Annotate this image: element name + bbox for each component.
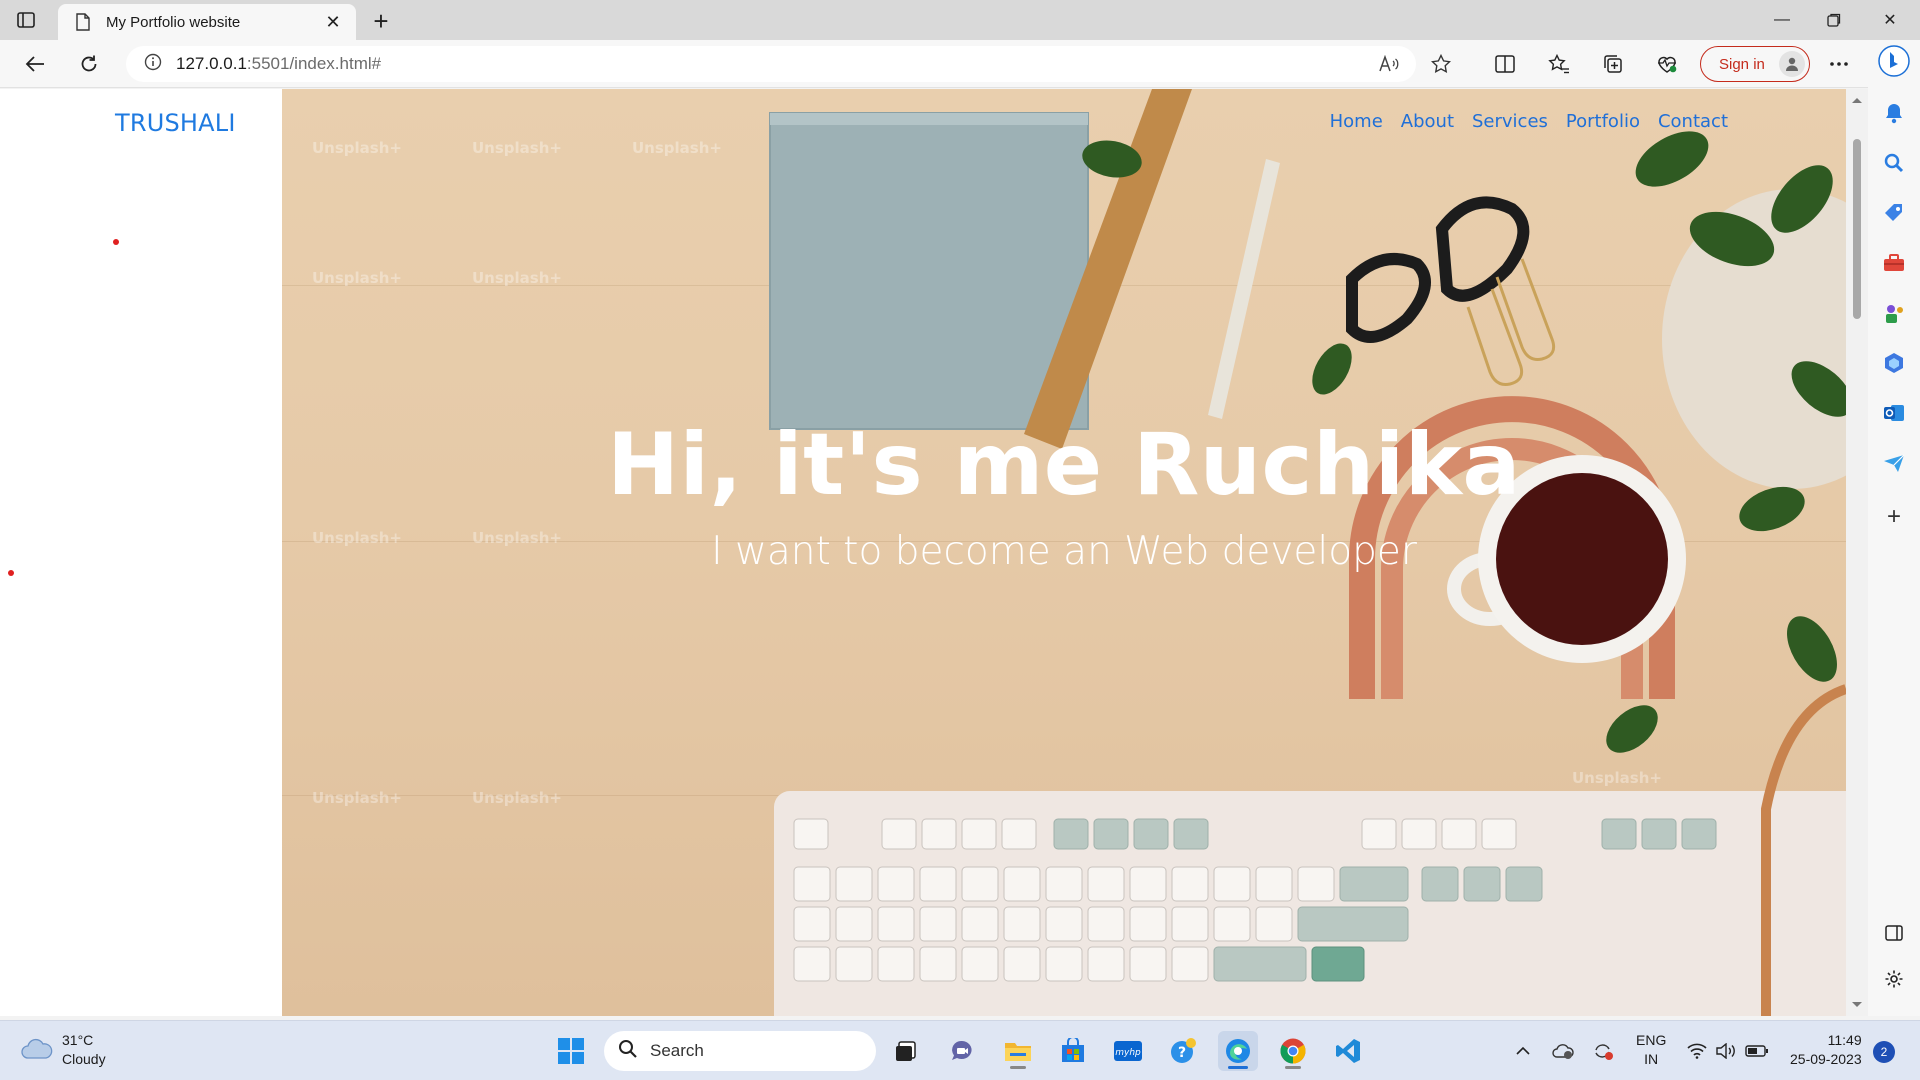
start-windows-icon[interactable] — [551, 1031, 591, 1071]
refresh-icon[interactable] — [72, 48, 106, 80]
teams-chat-icon[interactable] — [942, 1031, 982, 1071]
tools-icon[interactable] — [1877, 246, 1911, 280]
clock-date: 25-09-2023 — [1790, 1051, 1862, 1067]
sign-in-button[interactable]: Sign in — [1700, 46, 1810, 82]
battery-icon[interactable] — [1744, 1039, 1770, 1063]
close-window-button[interactable]: ✕ — [1862, 0, 1918, 40]
clock-time: 11:49 — [1827, 1032, 1862, 1048]
collections-icon[interactable] — [1596, 48, 1630, 80]
restore-button[interactable] — [1806, 0, 1862, 40]
volume-icon[interactable] — [1714, 1039, 1740, 1063]
search-label: Search — [650, 1041, 704, 1060]
nav-link-portfolio[interactable]: Portfolio — [1566, 111, 1640, 132]
show-hidden-icons-chevron-up-icon[interactable] — [1510, 1039, 1536, 1063]
favorites-icon[interactable] — [1542, 48, 1576, 80]
outlook-icon[interactable] — [1877, 396, 1911, 430]
browser-tab[interactable]: My Portfolio website ✕ — [58, 4, 356, 40]
url-text: 127.0.0.1:5501/index.html# — [176, 54, 382, 73]
nav-link-home[interactable]: Home — [1330, 111, 1383, 132]
close-tab-icon[interactable]: ✕ — [320, 9, 346, 35]
settings-more-icon[interactable] — [1822, 48, 1856, 80]
wifi-icon[interactable] — [1684, 1039, 1710, 1063]
cloud-icon — [20, 1036, 54, 1065]
brand-logo-text[interactable]: TRUSHALI — [115, 109, 236, 137]
file-explorer-icon[interactable] — [998, 1031, 1038, 1071]
get-help-icon[interactable]: ? — [1163, 1031, 1203, 1071]
send-icon[interactable] — [1877, 446, 1911, 480]
hero-title: Hi, it's me Ruchika — [607, 415, 1521, 515]
update-sync-icon[interactable] — [1590, 1039, 1616, 1063]
address-bar[interactable]: 127.0.0.1:5501/index.html# — [126, 46, 1416, 82]
sign-in-label: Sign in — [1719, 55, 1765, 73]
language-code: ENG — [1636, 1032, 1667, 1048]
web-content: TRUSHALI Unsplash+ Unsplash+ Unsplash+ U… — [0, 89, 1868, 1016]
nav-link-contact[interactable]: Contact — [1658, 111, 1728, 132]
new-tab-button[interactable]: + — [366, 6, 396, 36]
vscode-icon[interactable] — [1328, 1031, 1368, 1071]
page-icon — [74, 13, 92, 31]
microsoft-365-icon[interactable] — [1877, 346, 1911, 380]
back-icon[interactable] — [18, 48, 52, 80]
microsoft-store-icon[interactable] — [1053, 1031, 1093, 1071]
site-info-icon[interactable] — [144, 53, 162, 76]
scroll-up-icon[interactable] — [1846, 93, 1868, 107]
shopping-tag-icon[interactable] — [1877, 196, 1911, 230]
left-panel: TRUSHALI — [4, 89, 282, 1016]
profile-avatar-icon — [1779, 51, 1805, 77]
region-code: IN — [1644, 1051, 1659, 1067]
copilot-icon[interactable] — [1877, 44, 1911, 78]
weather-widget[interactable]: 31°C Cloudy — [20, 1031, 106, 1069]
page-scrollbar[interactable] — [1846, 89, 1868, 1016]
edge-sidebar: + — [1868, 40, 1920, 1016]
active-indicator — [1228, 1066, 1248, 1069]
red-dot — [113, 239, 119, 245]
language-indicator[interactable]: ENG IN — [1636, 1031, 1666, 1069]
notifications-bell-icon[interactable] — [1877, 96, 1911, 130]
main-nav: Home About Services Portfolio Contact — [1330, 111, 1728, 132]
hide-sidebar-icon[interactable] — [1877, 916, 1911, 950]
clock[interactable]: 11:49 25-09-2023 — [1790, 1031, 1862, 1069]
tab-strip: My Portfolio website ✕ + — ✕ — [0, 0, 1920, 40]
svg-text:myhp: myhp — [1115, 1048, 1141, 1058]
favorite-star-icon[interactable] — [1424, 48, 1458, 80]
scroll-thumb[interactable] — [1853, 139, 1861, 319]
tab-title: My Portfolio website — [106, 13, 241, 31]
svg-text:?: ? — [1178, 1045, 1186, 1061]
onedrive-sync-icon[interactable] — [1550, 1039, 1576, 1063]
hero-subtitle: I want to become an Web developer — [711, 529, 1417, 574]
notification-count-badge[interactable]: 2 — [1873, 1041, 1895, 1063]
minimize-button[interactable]: — — [1754, 0, 1810, 40]
games-icon[interactable] — [1877, 296, 1911, 330]
hero-section: Unsplash+ Unsplash+ Unsplash+ Unsplash+ … — [282, 89, 1846, 1016]
windows-taskbar: 31°C Cloudy Search myhp ? ENG IN 11:49 2… — [0, 1020, 1920, 1080]
running-indicator — [1285, 1066, 1301, 1069]
search-icon[interactable] — [1877, 146, 1911, 180]
weather-desc: Cloudy — [62, 1051, 106, 1067]
tab-actions-icon[interactable] — [14, 8, 38, 32]
red-dot — [8, 570, 14, 576]
sidebar-settings-gear-icon[interactable] — [1877, 962, 1911, 996]
search-icon — [618, 1039, 638, 1064]
split-screen-icon[interactable] — [1488, 48, 1522, 80]
taskbar-search[interactable]: Search — [604, 1031, 876, 1071]
running-indicator — [1010, 1066, 1026, 1069]
chrome-icon[interactable] — [1273, 1031, 1313, 1071]
weather-temp: 31°C — [62, 1032, 94, 1048]
myhp-icon[interactable]: myhp — [1108, 1031, 1148, 1071]
edge-browser-icon[interactable] — [1218, 1031, 1258, 1071]
task-view-icon[interactable] — [886, 1031, 926, 1071]
nav-link-about[interactable]: About — [1401, 111, 1454, 132]
browser-essentials-icon[interactable] — [1650, 48, 1684, 80]
add-sidebar-app-icon[interactable]: + — [1877, 500, 1911, 534]
browser-toolbar: 127.0.0.1:5501/index.html# Sign in — [0, 40, 1920, 88]
read-aloud-icon[interactable] — [1372, 48, 1406, 80]
nav-link-services[interactable]: Services — [1472, 111, 1548, 132]
scroll-down-icon[interactable] — [1846, 998, 1868, 1012]
